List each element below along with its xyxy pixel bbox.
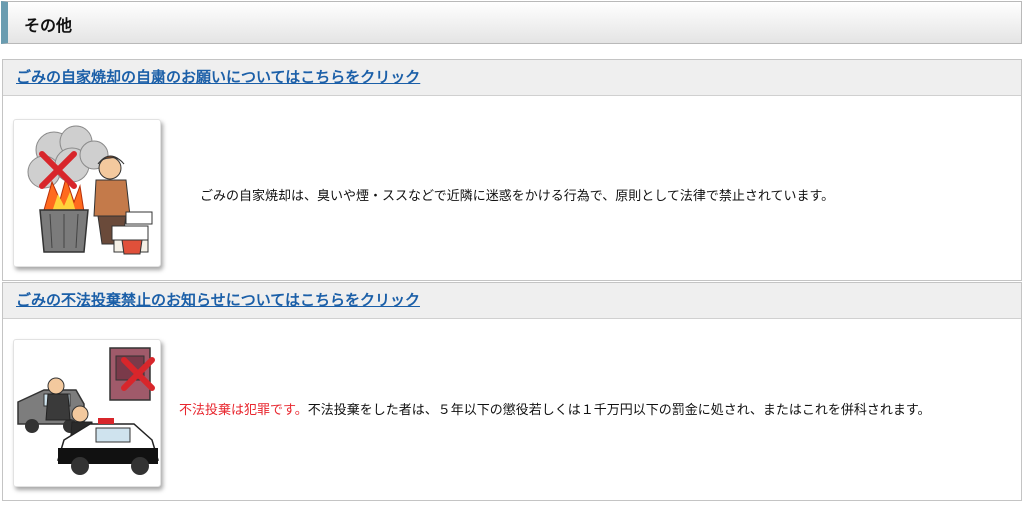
open-burning-link[interactable]: ごみの自家焼却の自粛のお願いについてはこちらをクリック <box>16 68 420 86</box>
open-burning-description: ごみの自家焼却は、臭いや煙・ススなどで近隣に迷惑をかける行為で、原則として法律で… <box>200 189 835 204</box>
crime-warning: 不法投棄は犯罪です。 <box>179 403 308 418</box>
panel-open-burning: ごみの自家焼却の自粛のお願いについてはこちらをクリック ごみの自家焼却は、臭いや… <box>2 59 1022 281</box>
panel-title-bar: ごみの自家焼却の自粛のお願いについてはこちらをクリック <box>3 60 1021 96</box>
panel-title-bar: ごみの不法投棄禁止のお知らせについてはこちらをクリック <box>3 283 1021 319</box>
section-title: その他 <box>24 16 73 35</box>
open-burning-illustration <box>13 119 161 267</box>
section-header: その他 <box>1 1 1022 44</box>
illegal-dumping-description: 不法投棄は犯罪です。不法投棄をした者は、５年以下の懲役若しくは１千万円以下の罰金… <box>179 402 1015 420</box>
panel-illegal-dumping: ごみの不法投棄禁止のお知らせについてはこちらをクリック 不法投棄は犯罪です。不法… <box>2 282 1022 501</box>
penalty-text: 不法投棄をした者は、５年以下の懲役若しくは１千万円以下の罰金に処され、またはこれ… <box>307 403 931 418</box>
illegal-dumping-illustration <box>13 339 161 487</box>
illegal-dumping-link[interactable]: ごみの不法投棄禁止のお知らせについてはこちらをクリック <box>16 291 420 309</box>
